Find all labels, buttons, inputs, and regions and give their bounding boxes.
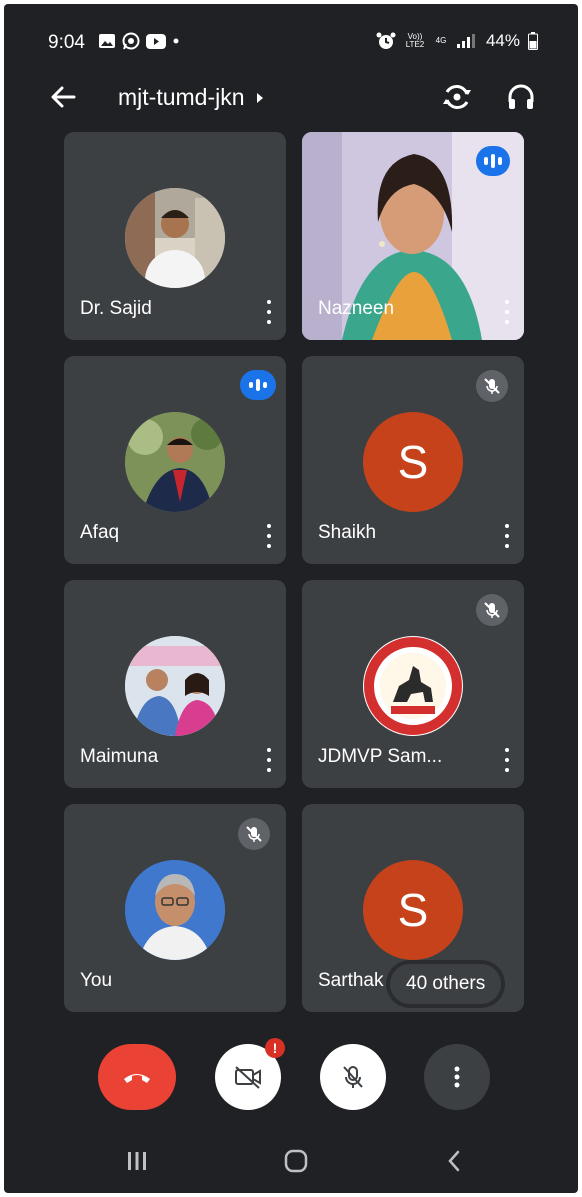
whatsapp-icon	[122, 32, 140, 50]
meeting-code-button[interactable]: mjt-tumd-jkn	[118, 84, 265, 111]
network-type-indicator: 4G	[435, 36, 447, 45]
more-options-button[interactable]	[424, 1044, 490, 1110]
status-bar: 9:04 Vo)) LTE2 4G 44%	[4, 4, 578, 64]
participant-tile-maimuna[interactable]: Maimuna	[64, 580, 286, 788]
alarm-icon	[376, 32, 396, 49]
hang-up-icon	[124, 1074, 150, 1083]
camera-alert-badge: !	[265, 1038, 285, 1058]
participant-tile-dr-sajid[interactable]: Dr. Sajid	[64, 132, 286, 340]
signal-icon	[456, 34, 475, 48]
participant-name: Dr. Sajid	[80, 298, 152, 319]
home-icon[interactable]	[283, 1148, 309, 1174]
letter-avatar: S	[363, 860, 463, 960]
battery-percent: 44%	[485, 31, 520, 50]
participant-photo	[125, 188, 225, 288]
letter-avatar: S	[363, 412, 463, 512]
mic-off-icon	[476, 594, 508, 626]
camera-off-icon	[235, 1066, 261, 1089]
audio-output-icon[interactable]	[504, 80, 538, 114]
gallery-icon	[99, 34, 115, 48]
avatar	[125, 636, 225, 736]
more-vert-icon	[454, 1066, 460, 1088]
switch-camera-icon[interactable]	[440, 80, 474, 114]
notification-icons	[98, 32, 180, 50]
participant-name: Maimuna	[80, 746, 159, 767]
others-chip[interactable]: 40 others	[390, 964, 502, 1004]
logo-avatar	[363, 636, 463, 736]
back-arrow-icon[interactable]	[48, 82, 78, 112]
more-options-icon[interactable]	[266, 748, 272, 772]
participant-name: You	[80, 970, 113, 991]
more-options-icon[interactable]	[266, 300, 272, 324]
back-icon[interactable]	[446, 1149, 462, 1173]
participant-name: Afaq	[80, 522, 120, 543]
meet-call-screen: 9:04 Vo)) LTE2 4G 44% mjt-tumd-jkn Dr. S…	[4, 4, 578, 1193]
participant-name: Shaikh	[318, 522, 377, 543]
mic-off-icon	[343, 1066, 363, 1088]
meeting-code: mjt-tumd-jkn	[118, 84, 245, 110]
recent-apps-icon[interactable]	[126, 1150, 148, 1172]
speaking-indicator-icon	[476, 146, 510, 176]
volte-indicator: Vo)) LTE2	[405, 32, 425, 49]
camera-toggle-button[interactable]: !	[215, 1038, 285, 1110]
institution-logo-icon	[364, 637, 462, 735]
system-nav-bar	[4, 1138, 578, 1188]
more-options-icon[interactable]	[504, 748, 510, 772]
mic-toggle-button[interactable]	[320, 1044, 386, 1110]
mic-off-icon	[476, 370, 508, 402]
more-options-icon[interactable]	[266, 524, 272, 548]
participant-tile-jdmvp[interactable]: JDMVP Sam...	[302, 580, 524, 788]
more-options-icon[interactable]	[504, 300, 510, 324]
status-time: 9:04	[48, 32, 85, 53]
more-options-icon[interactable]	[504, 524, 510, 548]
participant-name: Nazneen	[318, 298, 395, 319]
battery-icon	[528, 32, 538, 50]
avatar	[125, 188, 225, 288]
dot-icon	[173, 38, 179, 44]
participant-name: JDMVP Sam...	[318, 746, 443, 767]
participant-photo	[125, 860, 225, 960]
avatar	[125, 860, 225, 960]
participant-tile-shaikh[interactable]: S Shaikh	[302, 356, 524, 564]
participant-name: Sarthak	[318, 970, 384, 991]
end-call-button[interactable]	[98, 1044, 176, 1110]
participant-tile-nazneen[interactable]: Nazneen	[302, 132, 524, 340]
participant-tile-afaq[interactable]: Afaq	[64, 356, 286, 564]
avatar	[125, 412, 225, 512]
meeting-top-bar: mjt-tumd-jkn	[4, 72, 578, 124]
caret-right-icon	[256, 92, 263, 103]
mic-off-icon	[238, 818, 270, 850]
participant-tile-you[interactable]: You	[64, 804, 286, 1012]
participant-photo	[125, 636, 225, 736]
speaking-indicator-icon	[240, 370, 276, 400]
youtube-icon	[146, 33, 166, 49]
participant-photo	[125, 412, 225, 512]
status-right: Vo)) LTE2 4G 44%	[376, 31, 538, 51]
